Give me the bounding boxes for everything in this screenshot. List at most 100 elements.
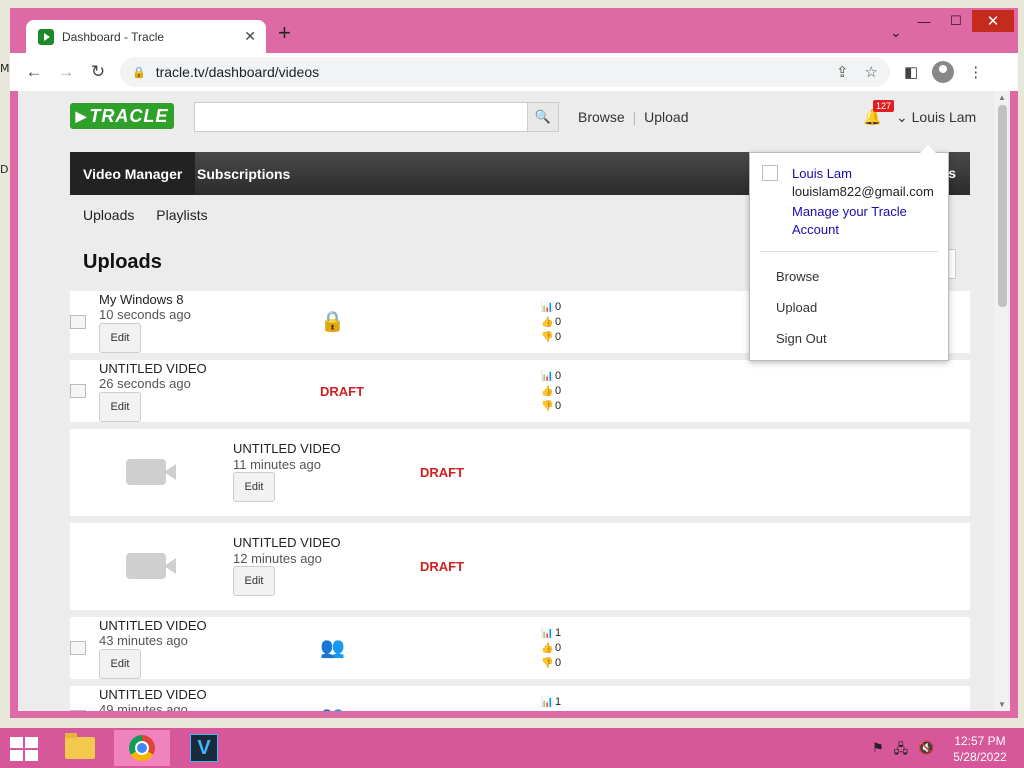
edit-button[interactable]: Edit — [99, 323, 141, 353]
video-thumbnail[interactable] — [70, 384, 86, 398]
dislikes-count: 0 — [555, 657, 562, 669]
action-center-flag-icon[interactable]: ⚑ — [872, 740, 884, 762]
chrome-icon — [129, 735, 155, 761]
video-row: UNTITLED VIDEO 11 minutes ago Edit DRAFT — [70, 429, 970, 516]
back-arrow-icon[interactable]: ← — [18, 62, 50, 82]
share-icon[interactable]: ⇪ — [836, 63, 849, 81]
url-text[interactable]: tracle.tv/dashboard/videos — [156, 64, 820, 80]
chevron-down-icon: ⌄ — [896, 109, 908, 125]
address-bar[interactable]: 🔒 tracle.tv/dashboard/videos ⇪ ☆ — [120, 57, 890, 87]
side-panel-icon[interactable]: ◧ — [904, 63, 918, 81]
video-time: 43 minutes ago — [99, 633, 188, 648]
dropdown-item-sign-out[interactable]: Sign Out — [776, 331, 827, 346]
page-title: Uploads — [83, 251, 162, 273]
dropdown-item-upload[interactable]: Upload — [776, 300, 817, 315]
browser-menu-icon[interactable]: ⋮ — [968, 63, 983, 81]
playlists-link[interactable]: Playlists — [156, 207, 207, 223]
tab-subscriptions[interactable]: Subscriptions — [184, 152, 303, 195]
dropdown-item-browse[interactable]: Browse — [776, 269, 819, 284]
notification-count-badge: 127 — [873, 100, 895, 112]
search-button[interactable]: 🔍 — [527, 102, 559, 132]
video-title[interactable]: UNTITLED VIDEO — [99, 618, 207, 633]
video-camera-placeholder-icon[interactable] — [126, 553, 176, 579]
scrollbar-thumb[interactable] — [998, 105, 1007, 307]
video-row: UNTITLED VIDEO 26 seconds ago Edit DRAFT… — [70, 360, 970, 422]
taskbar-clock[interactable]: 12:57 PM 5/28/2022 — [950, 733, 1010, 765]
file-explorer-taskbar-button[interactable] — [52, 730, 108, 766]
logo-text: TRACLE — [89, 105, 169, 126]
upload-link[interactable]: Upload — [644, 109, 688, 125]
minimize-button[interactable]: — — [908, 10, 940, 32]
browser-window: Dashboard - Tracle ✕ + ⌄ — ☐ ✕ ← → ↻ 🔒 t… — [10, 8, 1018, 718]
maximize-button[interactable]: ☐ — [940, 10, 972, 32]
video-title[interactable]: UNTITLED VIDEO — [99, 687, 207, 702]
scroll-up-arrow-icon[interactable]: ▲ — [998, 93, 1006, 102]
uploads-link[interactable]: Uploads — [83, 207, 134, 223]
views-chart-icon: 📊 — [541, 371, 554, 382]
search-input[interactable] — [194, 102, 528, 132]
network-icon[interactable]: 🖧 — [894, 740, 909, 762]
vegas-taskbar-button[interactable]: V — [176, 730, 232, 766]
browse-link[interactable]: Browse — [578, 109, 625, 125]
user-name: Louis Lam — [911, 109, 977, 125]
edit-button[interactable]: Edit — [99, 392, 141, 422]
video-title[interactable]: My Windows 8 — [99, 292, 184, 307]
tab-video-manager[interactable]: Video Manager — [70, 152, 196, 195]
chrome-taskbar-button[interactable] — [114, 730, 170, 766]
windows-taskbar: V ⚑ 🖧 🔇 12:57 PM 5/28/2022 — [0, 728, 1024, 768]
views-chart-icon: 📊 — [541, 302, 554, 313]
user-menu-toggle[interactable]: ⌄ Louis Lam — [896, 109, 976, 126]
dropdown-user-name[interactable]: Louis Lam — [792, 166, 852, 181]
video-stats: 📊 0 👍 0 👎 0 — [541, 300, 561, 345]
views-count: 0 — [555, 301, 562, 313]
video-title[interactable]: UNTITLED VIDEO — [99, 361, 207, 376]
manage-account-link[interactable]: Manage your Tracle Account — [792, 203, 942, 239]
clock-time: 12:57 PM — [954, 734, 1006, 748]
tab-strip: Dashboard - Tracle ✕ + ⌄ — ☐ ✕ — [10, 8, 1018, 53]
video-thumbnail[interactable] — [70, 710, 86, 711]
desktop-icon-label-edge: M — [0, 62, 10, 75]
video-thumbnail[interactable] — [70, 641, 86, 655]
window-controls: — ☐ ✕ — [908, 10, 1014, 32]
search-icon: 🔍 — [534, 109, 552, 124]
tab-title: Dashboard - Tracle — [62, 29, 165, 44]
desktop-icon-label-edge: D — [0, 163, 9, 176]
windows-start-icon[interactable] — [10, 737, 38, 761]
new-tab-button[interactable]: + — [278, 22, 291, 44]
views-count: 1 — [555, 696, 562, 708]
thumbs-up-icon: 👍 — [541, 710, 555, 711]
v-app-icon: V — [190, 734, 218, 762]
video-title[interactable]: UNTITLED VIDEO — [233, 535, 341, 550]
tab-search-chevron-icon[interactable]: ⌄ — [890, 24, 902, 41]
private-lock-icon: 🔒 — [320, 311, 345, 333]
lock-icon[interactable]: 🔒 — [132, 66, 146, 79]
edit-button[interactable]: Edit — [99, 649, 141, 679]
draft-status: DRAFT — [320, 384, 365, 399]
bookmark-star-icon[interactable]: ☆ — [865, 63, 878, 81]
edit-button[interactable]: Edit — [233, 472, 275, 502]
close-tab-icon[interactable]: ✕ — [244, 28, 256, 45]
views-chart-icon: 📊 — [541, 628, 554, 639]
thumbs-down-icon: 👎 — [541, 332, 554, 343]
profile-avatar-icon[interactable] — [932, 61, 955, 83]
tracle-logo[interactable]: ▶ TRACLE — [70, 103, 174, 129]
vertical-scrollbar[interactable]: ▲ ▼ — [994, 91, 1010, 711]
video-thumbnail[interactable] — [70, 315, 86, 329]
navbar-tail-text[interactable]: s — [948, 165, 956, 181]
folder-icon — [65, 733, 95, 759]
nav-separator: | — [632, 109, 637, 125]
video-title[interactable]: UNTITLED VIDEO — [233, 441, 341, 456]
video-stats: 📊1 👍1 — [541, 695, 561, 711]
public-users-icon: 👥 — [320, 637, 345, 659]
scroll-down-arrow-icon[interactable]: ▼ — [998, 700, 1006, 709]
views-chart-icon: 📊 — [541, 697, 554, 708]
close-window-button[interactable]: ✕ — [972, 10, 1014, 32]
reload-icon[interactable]: ↻ — [82, 62, 114, 82]
volume-muted-icon[interactable]: 🔇 — [918, 740, 934, 762]
video-camera-placeholder-icon[interactable] — [126, 459, 176, 485]
browser-tab-dashboard[interactable]: Dashboard - Tracle ✕ — [26, 20, 266, 53]
tracle-favicon-icon — [38, 28, 54, 45]
video-stats: 📊 0 👍 0 👎 0 — [541, 369, 561, 414]
forward-arrow-icon[interactable]: → — [50, 62, 82, 82]
edit-button[interactable]: Edit — [233, 566, 275, 596]
